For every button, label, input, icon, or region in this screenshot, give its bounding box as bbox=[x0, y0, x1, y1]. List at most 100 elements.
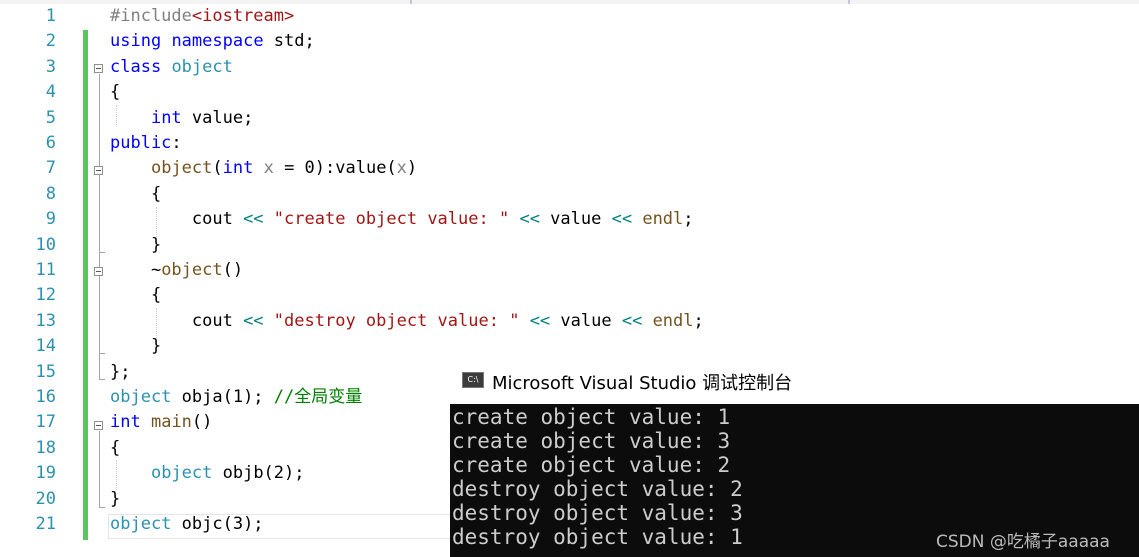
console-output-line: destroy object value: 3 bbox=[452, 501, 743, 525]
code-token: object bbox=[150, 463, 213, 484]
line-number: 3 bbox=[45, 56, 56, 77]
code-token: //全局变量 bbox=[273, 387, 363, 407]
change-indicator-bar bbox=[83, 30, 88, 540]
code-token: ; bbox=[693, 310, 704, 331]
code-token: cout bbox=[110, 310, 244, 331]
code-line: { bbox=[110, 80, 120, 105]
code-line: object(int x = 0):value(x) bbox=[110, 156, 417, 181]
code-token: int bbox=[222, 158, 254, 179]
code-token: endl bbox=[652, 310, 694, 331]
code-line: { bbox=[110, 283, 161, 308]
code-token: using bbox=[110, 31, 162, 52]
outline-end bbox=[99, 507, 105, 508]
code-token: int bbox=[150, 107, 182, 128]
code-token: endl bbox=[642, 209, 684, 230]
watermark: CSDN @吃橘子aaaaa bbox=[936, 532, 1110, 552]
line-number: 1 bbox=[45, 6, 56, 26]
code-token: objc(3); bbox=[171, 514, 264, 534]
code-line: }; bbox=[110, 360, 130, 385]
line-number: 19 bbox=[35, 463, 56, 484]
code-token: { bbox=[110, 285, 162, 306]
code-token: value bbox=[550, 310, 622, 331]
code-line: ~object() bbox=[110, 258, 243, 283]
code-line: object objc(3); bbox=[110, 512, 264, 537]
outline-end bbox=[99, 379, 105, 380]
collapse-class-toggle[interactable] bbox=[94, 64, 103, 73]
console-title-bar[interactable]: C:\ Microsoft Visual Studio 调试控制台 bbox=[450, 359, 1139, 404]
scroll-marker bbox=[848, 0, 850, 4]
code-token: : bbox=[171, 133, 182, 153]
code-token: <iostream> bbox=[191, 6, 295, 26]
console-output-line: create object value: 2 bbox=[452, 453, 731, 477]
collapse-main-toggle[interactable] bbox=[94, 421, 103, 430]
line-number: 12 bbox=[35, 285, 56, 306]
code-token: ( bbox=[212, 158, 223, 179]
line-number: 5 bbox=[45, 107, 56, 128]
code-token: << bbox=[621, 310, 643, 331]
code-token: objb(2); bbox=[212, 463, 305, 484]
outline-line bbox=[99, 277, 100, 353]
code-line: public: bbox=[110, 131, 182, 156]
code-token: << bbox=[243, 310, 264, 331]
line-number: 15 bbox=[35, 361, 56, 382]
code-line: { bbox=[110, 436, 120, 461]
outline-end bbox=[99, 353, 105, 354]
code-token: namespace bbox=[171, 31, 264, 52]
code-token: object bbox=[171, 56, 233, 77]
line-number: 14 bbox=[35, 336, 56, 357]
code-token: object bbox=[150, 158, 213, 179]
collapse-constructor-toggle[interactable] bbox=[94, 166, 103, 175]
code-token: "create object value: " bbox=[273, 209, 510, 230]
console-output-line: destroy object value: 1 bbox=[452, 525, 743, 549]
outline-end bbox=[99, 252, 105, 253]
code-line: cout << "create object value: " << value… bbox=[110, 207, 694, 232]
line-number: 7 bbox=[45, 158, 56, 179]
code-token: = 0):value( bbox=[273, 158, 397, 179]
code-token: ~ bbox=[110, 260, 162, 280]
code-line: class object bbox=[110, 55, 233, 80]
console-output-line: destroy object value: 2 bbox=[452, 477, 743, 501]
line-number: 13 bbox=[35, 310, 56, 331]
code-token: ) bbox=[406, 158, 418, 179]
console-output-line: create object value: 3 bbox=[452, 429, 731, 453]
code-token: object bbox=[161, 260, 223, 280]
code-token: main bbox=[150, 412, 192, 433]
code-line: } bbox=[110, 334, 161, 359]
code-line: } bbox=[110, 487, 120, 512]
code-token: #include bbox=[110, 6, 192, 26]
code-token: { bbox=[110, 437, 121, 458]
code-line: int value; bbox=[110, 106, 253, 131]
code-token: << bbox=[529, 310, 551, 331]
code-line: } bbox=[110, 233, 161, 258]
code-token: << bbox=[243, 209, 264, 230]
line-number: 17 bbox=[35, 412, 56, 433]
line-number: 9 bbox=[45, 209, 56, 230]
code-token: "destroy object value: " bbox=[273, 310, 520, 331]
line-number: 2 bbox=[45, 31, 56, 52]
code-token: () bbox=[222, 260, 244, 280]
code-token: << bbox=[519, 209, 540, 230]
console-app-icon: C:\ bbox=[462, 372, 484, 388]
code-token: obja(1); bbox=[171, 387, 274, 407]
code-token: } bbox=[110, 234, 162, 255]
code-token: } bbox=[110, 488, 121, 509]
console-output-line: create object value: 1 bbox=[452, 405, 731, 429]
code-token: int bbox=[110, 412, 141, 433]
code-token: object bbox=[110, 514, 172, 534]
line-number: 18 bbox=[35, 437, 56, 458]
code-token: { bbox=[110, 183, 162, 204]
code-token: value; bbox=[181, 107, 254, 128]
code-token: ; bbox=[683, 209, 694, 230]
scroll-marker bbox=[410, 0, 412, 4]
code-line: object objb(2); bbox=[110, 461, 305, 486]
code-token: x bbox=[263, 158, 274, 179]
collapse-destructor-toggle[interactable] bbox=[94, 267, 103, 276]
code-line: object obja(1); //全局变量 bbox=[110, 385, 362, 410]
code-line: { bbox=[110, 182, 161, 207]
